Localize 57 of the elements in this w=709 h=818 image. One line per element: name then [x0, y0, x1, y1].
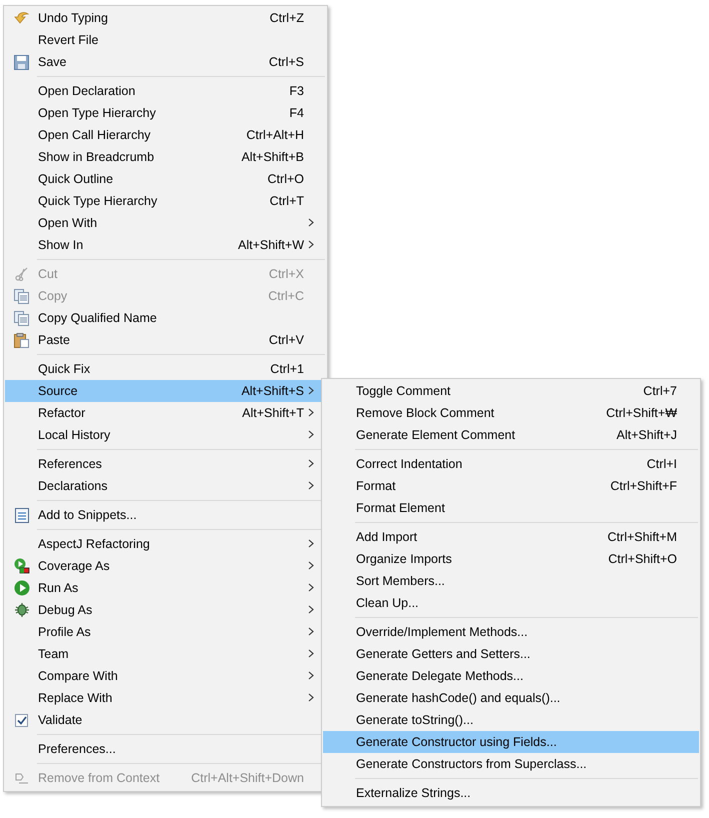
menu-item[interactable]: Quick Fix Ctrl+1 — [5, 358, 326, 380]
menu-item[interactable]: Generate Element Comment Alt+Shift+J — [323, 424, 699, 446]
clipboard-icon — [14, 332, 29, 348]
menu-item[interactable]: Generate toString()... — [323, 709, 699, 731]
menu-item[interactable]: Undo Typing Ctrl+Z — [5, 7, 326, 29]
documents-icon — [14, 310, 29, 326]
menu-item[interactable]: Open Type Hierarchy F4 — [5, 102, 326, 124]
bug-icon — [14, 602, 30, 618]
menu-item[interactable]: Show in Breadcrumb Alt+Shift+B — [5, 146, 326, 168]
menu-item[interactable]: Show In Alt+Shift+W — [5, 234, 326, 256]
menu-item[interactable]: Organize Imports Ctrl+Shift+O — [323, 548, 699, 570]
menu-item[interactable]: Add Import Ctrl+Shift+M — [323, 526, 699, 548]
menu-item[interactable]: Declarations — [5, 475, 326, 497]
menu-item[interactable]: Format Element — [323, 497, 699, 519]
menu-item[interactable]: Add to Snippets... — [5, 504, 326, 526]
menu-item[interactable]: Debug As — [5, 599, 326, 621]
run-icon — [14, 580, 30, 596]
menu-item[interactable]: Paste Ctrl+V — [5, 329, 326, 351]
menu-item[interactable]: Copy Qualified Name — [5, 307, 326, 329]
menu-item[interactable]: Generate Getters and Setters... — [323, 643, 699, 665]
menu-item[interactable]: Override/Implement Methods... — [323, 621, 699, 643]
menu-item[interactable]: Externalize Strings... — [323, 782, 699, 804]
snippet-list-icon — [14, 508, 28, 522]
menu-item[interactable]: Open With — [5, 212, 326, 234]
menu-item[interactable]: Run As — [5, 577, 326, 599]
context-icon — [14, 772, 29, 784]
menu-item[interactable]: Replace With — [5, 687, 326, 709]
menu-item[interactable]: Generate hashCode() and equals()... — [323, 687, 699, 709]
coverage-run-icon — [14, 558, 30, 574]
menu-item[interactable]: Quick Outline Ctrl+O — [5, 168, 326, 190]
menu-item[interactable]: Team — [5, 643, 326, 665]
menu-item[interactable]: AspectJ Refactoring — [5, 533, 326, 555]
undo-arrow-icon — [14, 11, 30, 25]
menu-item[interactable]: Revert File — [5, 29, 326, 51]
menu-item[interactable]: Toggle Comment Ctrl+7 — [323, 380, 699, 402]
menu-item[interactable]: Local History — [5, 424, 326, 446]
menu-item[interactable]: Profile As — [5, 621, 326, 643]
menu-item[interactable]: Open Declaration F3 — [5, 80, 326, 102]
menu-item[interactable]: Generate Constructor using Fields... — [323, 731, 699, 753]
menu-item[interactable]: Open Call Hierarchy Ctrl+Alt+H — [5, 124, 326, 146]
menu-item[interactable]: Format Ctrl+Shift+F — [323, 475, 699, 497]
menu-item[interactable]: Coverage As — [5, 555, 326, 577]
scissors-icon — [14, 267, 28, 281]
menu-item[interactable]: Quick Type Hierarchy Ctrl+T — [5, 190, 326, 212]
menu-item[interactable]: Generate Delegate Methods... — [323, 665, 699, 687]
menu-item[interactable]: Remove Block Comment Ctrl+Shift+₩ — [323, 402, 699, 424]
menu-item[interactable]: Correct Indentation Ctrl+I — [323, 453, 699, 475]
menu-item[interactable]: Clean Up... — [323, 592, 699, 614]
menu-item[interactable]: Save Ctrl+S — [5, 51, 326, 73]
menu-item[interactable]: References — [5, 453, 326, 475]
checkbox[interactable] — [15, 714, 28, 726]
menu-item[interactable]: Sort Members... — [323, 570, 699, 592]
documents-icon — [14, 288, 29, 304]
menu-item[interactable]: Refactor Alt+Shift+T — [5, 402, 326, 424]
menu-item[interactable]: Validate — [5, 709, 326, 731]
menu-item[interactable]: Compare With — [5, 665, 326, 687]
menu-item[interactable]: Generate Constructors from Superclass... — [323, 753, 699, 775]
